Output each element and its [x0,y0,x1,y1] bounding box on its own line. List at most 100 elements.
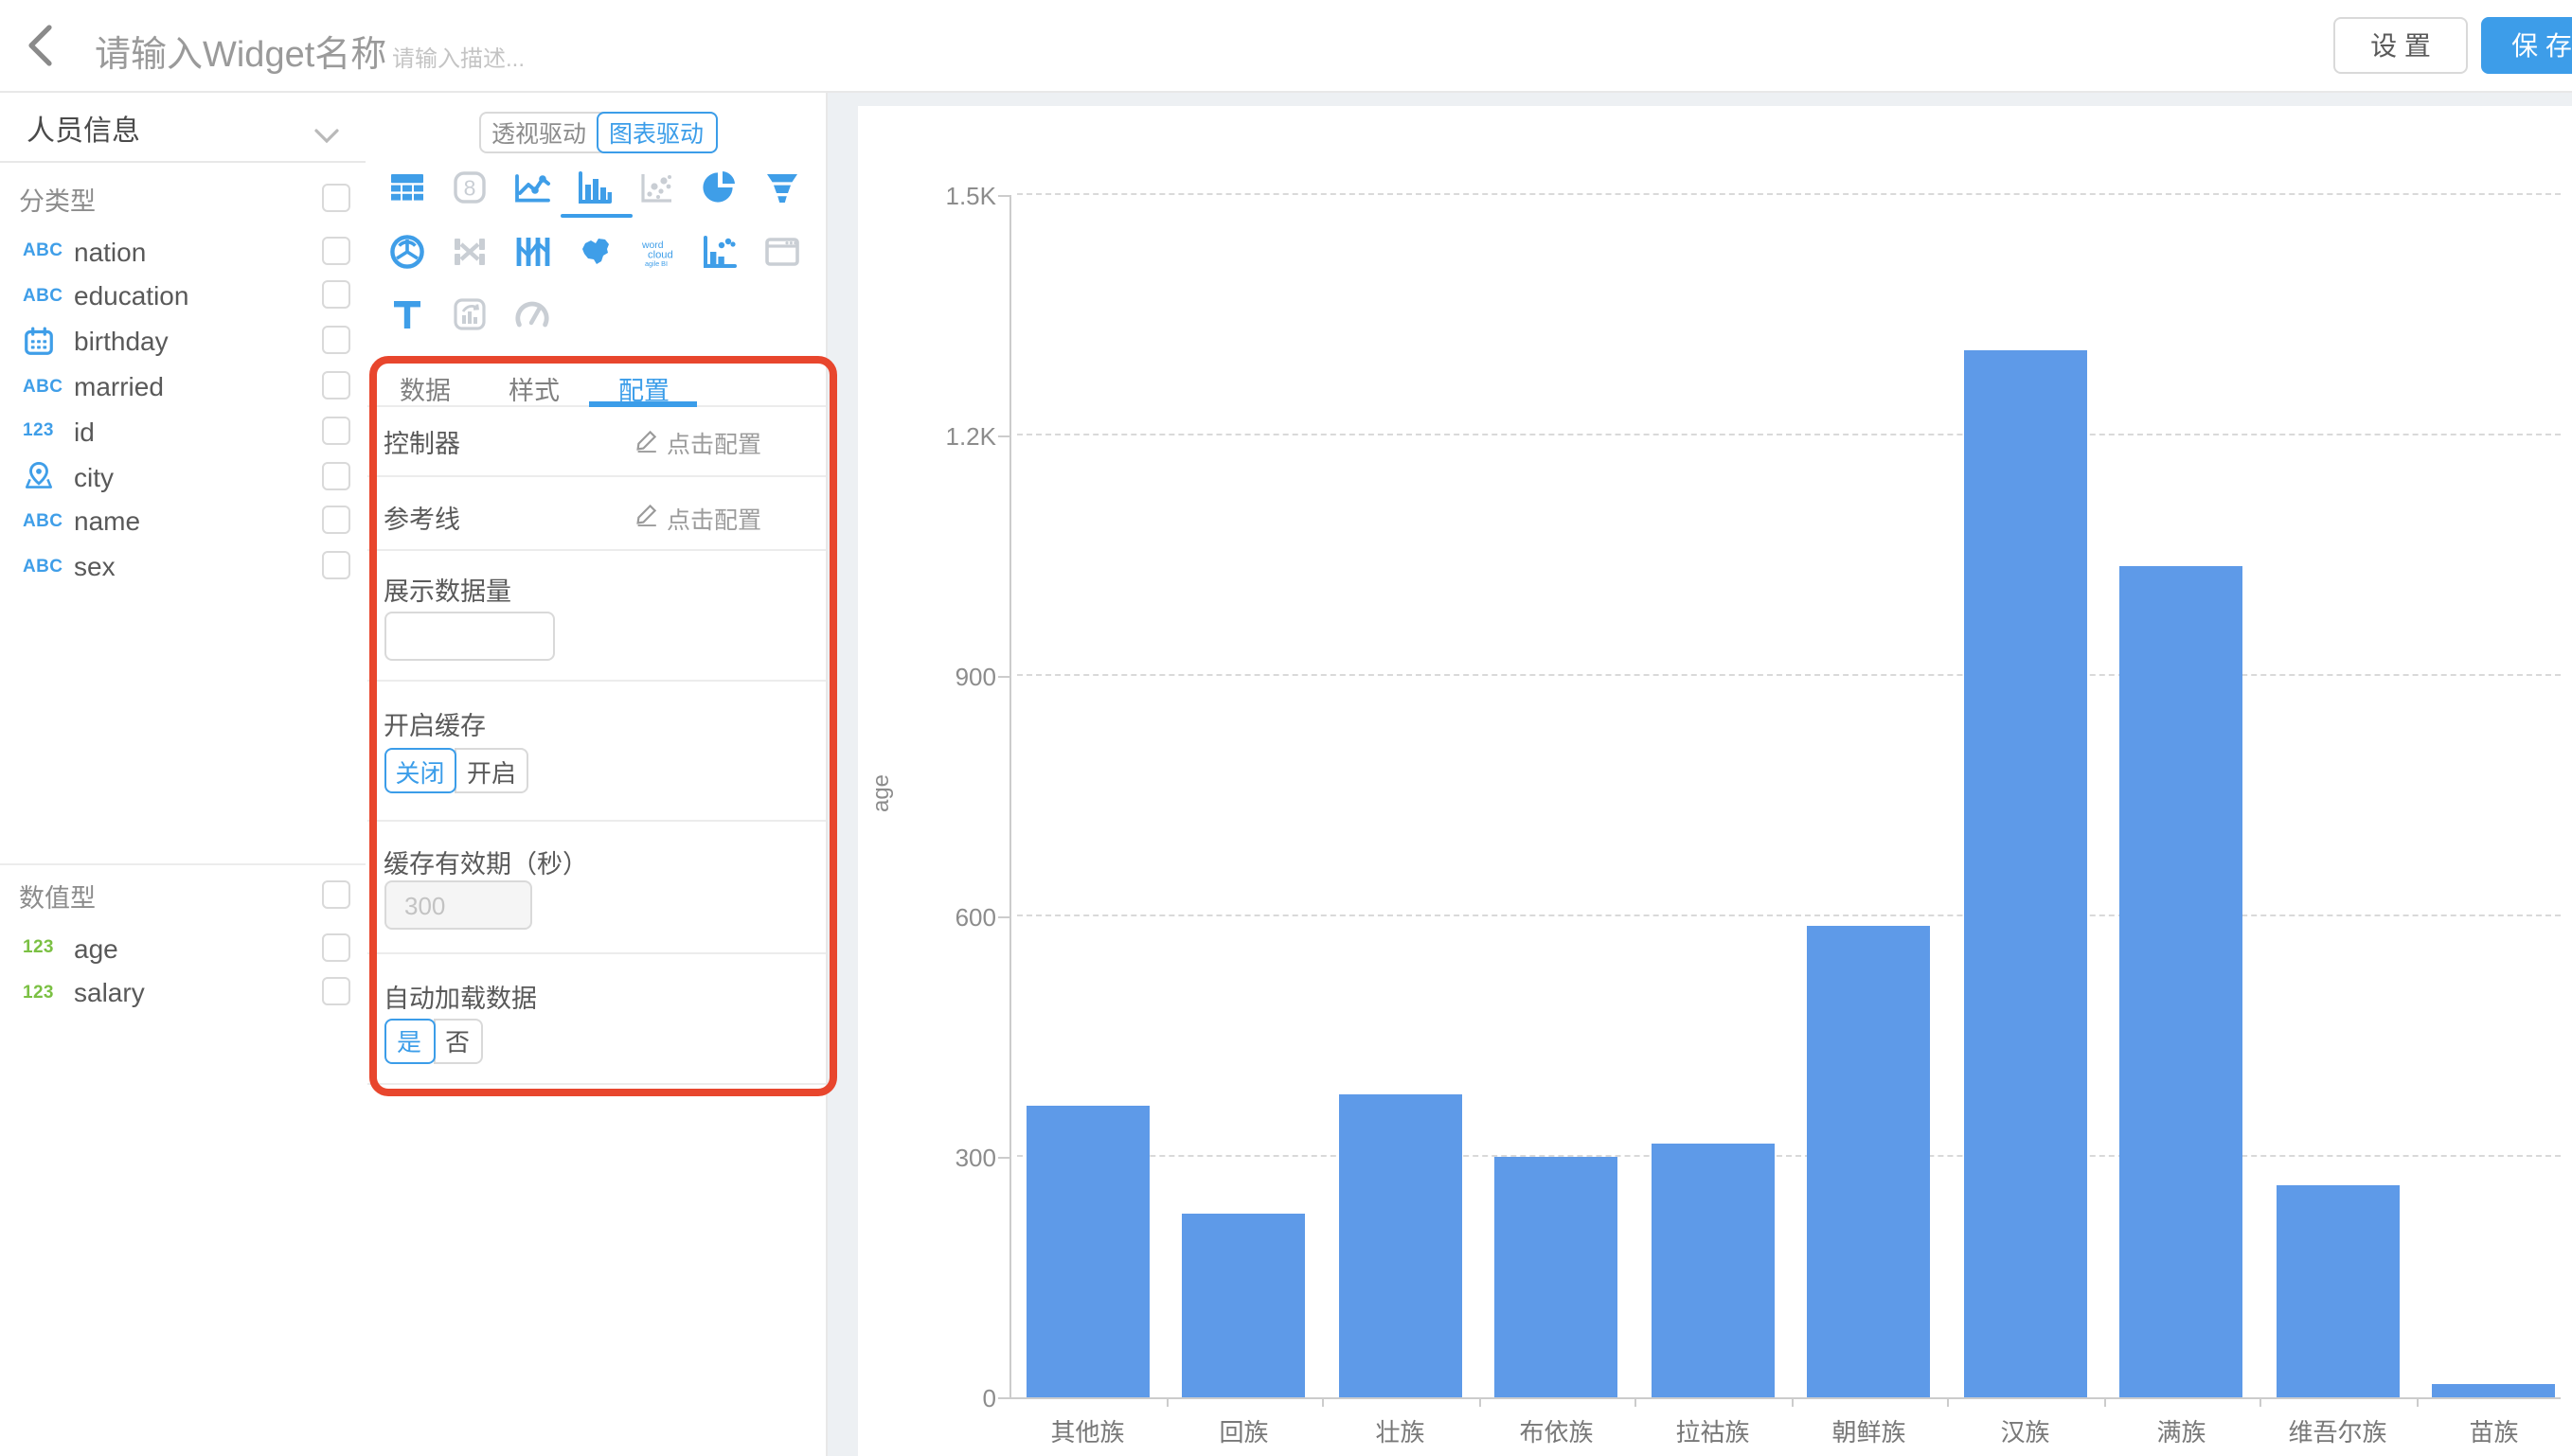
tab-data[interactable]: 数据 [400,368,451,406]
x-axis-category-label: 布依族 [1478,1412,1634,1448]
richtext-chart-icon[interactable] [451,295,489,333]
field-row[interactable]: 123 age [0,926,367,971]
reference-line-configure-link[interactable]: 点击配置 [634,499,761,535]
tab-config[interactable]: 配置 [618,368,670,406]
sankey-chart-icon[interactable] [451,232,489,270]
bar-苗族[interactable] [2433,1384,2556,1397]
field-row[interactable]: ABC sex [0,544,367,590]
bar-chart-icon[interactable] [576,169,614,206]
y-axis-tick-label: 1.2K [852,421,996,450]
line-chart-icon[interactable] [513,169,551,206]
field-row[interactable]: ABC name [0,499,367,544]
field-row[interactable]: city [0,454,367,500]
field-type-icon: ABC [23,557,74,577]
parallel-chart-icon[interactable] [513,232,551,270]
settings-button[interactable]: 设 置 [2333,17,2468,74]
chart-mode-button[interactable]: 图表驱动 [596,111,717,152]
gridline [1017,434,2561,435]
chevron-down-icon [314,119,339,153]
field-type-icon [23,326,74,358]
field-row[interactable]: ABC education [0,274,367,319]
save-button[interactable]: 保 存 [2481,17,2572,74]
radar-chart-icon[interactable] [388,232,426,270]
y-axis-tick-label: 600 [852,902,996,931]
table-chart-icon[interactable] [388,169,426,206]
field-type-icon: 123 [23,983,74,1003]
numeric-field-group: 数值型 123 age 123 salary [0,873,367,1016]
field-name: age [74,932,118,963]
display-limit-input[interactable] [384,611,554,660]
field-row[interactable]: ABC married [0,364,367,409]
display-limit-label: 展示数据量 [384,570,511,608]
pie-chart-icon[interactable] [701,169,739,206]
bar-回族[interactable] [1183,1213,1306,1397]
x-axis-line [1009,1397,2561,1399]
x-axis-tick [1478,1397,1480,1407]
bar-维吾尔族[interactable] [2277,1185,2400,1397]
x-axis-category-label: 壮族 [1322,1412,1478,1448]
bar-拉祜族[interactable] [1652,1144,1775,1397]
field-checkbox[interactable] [322,978,350,1006]
field-row[interactable]: ABC nation [0,229,367,275]
funnel-chart-icon[interactable] [763,169,801,206]
widget-name-input[interactable]: 请输入Widget名称 [95,27,386,78]
pivot-mode-button[interactable]: 透视驱动 [480,113,598,151]
controller-label: 控制器 [384,422,460,460]
scorecard-chart-icon[interactable]: 8 [451,169,489,206]
x-axis-category-label: 其他族 [1009,1412,1166,1448]
iframe-chart-icon[interactable] [763,232,801,270]
group-label: 分类型 [19,180,96,218]
field-checkbox[interactable] [322,552,350,580]
field-name: birthday [74,327,169,357]
field-name: salary [74,978,145,1008]
auto-load-yes-button[interactable]: 是 [384,1018,435,1063]
field-name: married [74,371,164,401]
field-checkbox[interactable] [322,281,350,310]
widget-description-input[interactable]: 请输入描述... [392,42,525,74]
bar-布依族[interactable] [1495,1158,1618,1397]
cache-expire-input[interactable] [384,880,531,930]
bar-其他族[interactable] [1027,1107,1150,1397]
tab-style[interactable]: 样式 [509,368,560,406]
cache-on-button[interactable]: 开启 [455,748,528,793]
bar-朝鲜族[interactable] [1808,926,1931,1397]
y-axis-tick [998,194,1009,196]
bar-汉族[interactable] [1964,349,2087,1397]
field-checkbox[interactable] [322,371,350,400]
field-type-icon [23,460,74,492]
field-name: sex [74,552,116,582]
view-selector[interactable]: 人员信息 [0,91,366,163]
field-checkbox[interactable] [322,932,350,961]
auto-load-no-button[interactable]: 否 [433,1018,482,1063]
text-chart-icon[interactable] [388,295,426,333]
field-row[interactable]: 123 id [0,409,367,454]
bar-壮族[interactable] [1339,1093,1462,1397]
field-checkbox[interactable] [322,236,350,264]
cache-expire-label: 缓存有效期（秒） [384,842,588,879]
x-axis-category-label: 满族 [2103,1412,2259,1448]
field-checkbox[interactable] [322,506,350,535]
map-chart-icon[interactable] [576,232,614,270]
field-row[interactable]: birthday [0,319,367,364]
controller-configure-link[interactable]: 点击配置 [634,424,761,460]
field-checkbox[interactable] [322,417,350,445]
waterfall-chart-icon[interactable] [701,232,739,270]
cache-off-button[interactable]: 关闭 [384,748,456,793]
svg-text:8: 8 [464,175,476,200]
y-axis-line [1009,195,1011,1397]
gridline [1017,193,2561,195]
wordcloud-chart-icon[interactable]: wordcloudagile BI [638,232,676,270]
y-axis-tick [998,1396,1009,1398]
group-checkbox[interactable] [322,184,350,212]
field-checkbox[interactable] [322,327,350,355]
y-axis-tick [998,1156,1009,1158]
scatter-chart-icon[interactable] [638,169,676,206]
back-icon[interactable] [27,25,53,66]
x-axis-category-label: 汉族 [1947,1412,2103,1448]
view-name: 人员信息 [27,110,140,150]
bar-满族[interactable] [2120,567,2243,1397]
group-checkbox[interactable] [322,880,350,909]
gauge-chart-icon[interactable] [513,295,551,333]
field-checkbox[interactable] [322,461,350,489]
field-row[interactable]: 123 salary [0,970,367,1016]
